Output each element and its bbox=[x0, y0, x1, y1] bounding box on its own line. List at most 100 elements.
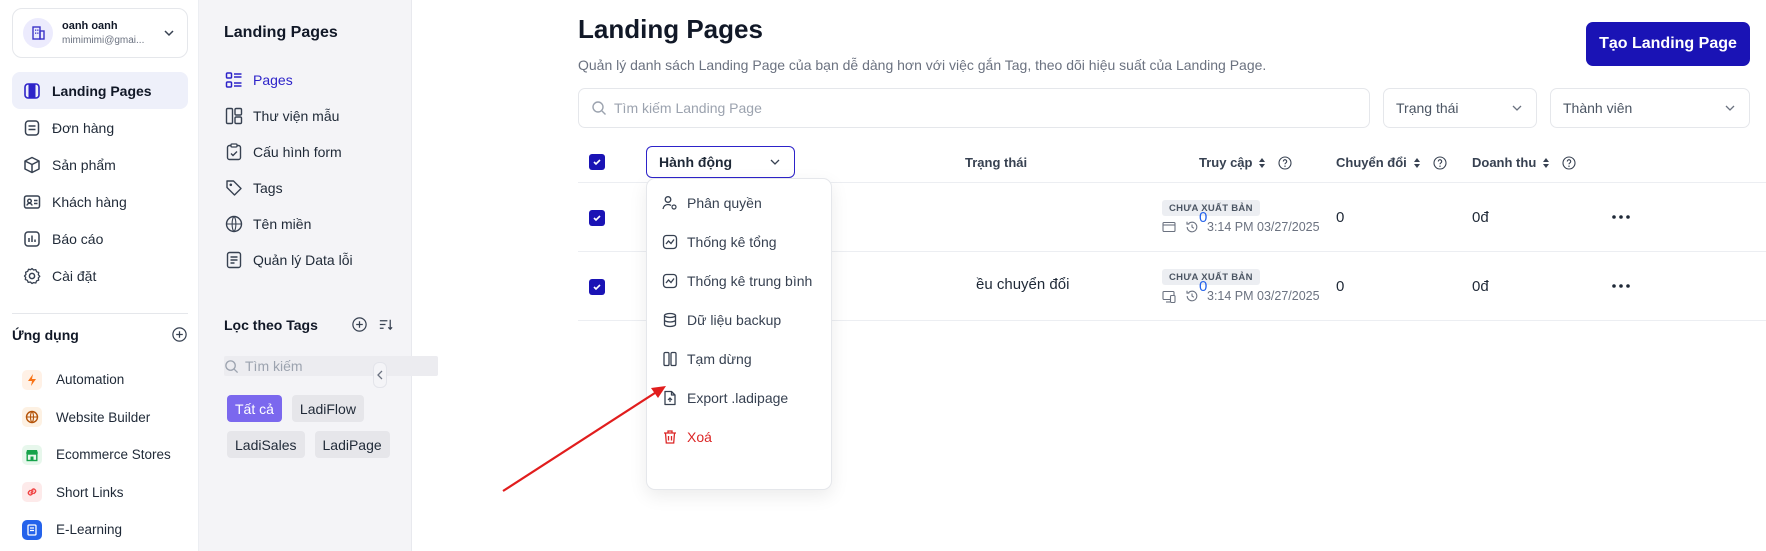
bulk-action-label: Hành động bbox=[659, 154, 733, 170]
chevron-down-icon bbox=[770, 159, 780, 165]
row-time-text: 3:14 PM 03/27/2025 bbox=[1207, 220, 1320, 234]
menu-item-stats-total[interactable]: Thống kê tổng bbox=[661, 231, 826, 253]
menu-item-stats-average[interactable]: Thống kê trung bình bbox=[661, 270, 826, 292]
menu-item-backup-data[interactable]: Dữ liệu backup bbox=[661, 309, 826, 331]
menu-item-pause[interactable]: Tạm dừng bbox=[661, 348, 826, 370]
tags-filter-header: Lọc theo Tags bbox=[224, 316, 394, 333]
history-icon bbox=[1186, 290, 1198, 302]
pause-icon bbox=[663, 351, 677, 367]
book-icon bbox=[22, 519, 42, 540]
app-label: Ecommerce Stores bbox=[56, 447, 171, 463]
database-icon bbox=[663, 312, 677, 328]
tag-chip[interactable]: LadiPage bbox=[314, 431, 390, 458]
app-item-short-links[interactable]: Short Links bbox=[12, 474, 188, 512]
tag-chip[interactable]: Tất cả bbox=[227, 395, 282, 422]
row-visits[interactable]: 0 bbox=[1199, 209, 1207, 226]
nav-label: Cài đặt bbox=[52, 267, 97, 284]
help-icon[interactable] bbox=[1278, 155, 1293, 170]
account-switcher[interactable]: oanh oanh mimimimi@gmai... bbox=[12, 8, 188, 58]
tag-search-placeholder: Tìm kiếm bbox=[245, 358, 303, 374]
app-item-automation[interactable]: Automation bbox=[12, 361, 188, 399]
main-sidebar: oanh oanh mimimimi@gmai... Landing Pages… bbox=[0, 0, 199, 551]
nav-label: Đơn hàng bbox=[52, 119, 115, 136]
desktop-mobile-icon bbox=[1162, 290, 1176, 303]
settings-icon bbox=[23, 267, 41, 284]
nav-item-reports[interactable]: Báo cáo bbox=[12, 220, 188, 257]
column-revenue[interactable]: Doanh thu bbox=[1472, 155, 1576, 170]
row-checkbox[interactable] bbox=[589, 210, 605, 226]
row-page-name[interactable]: ều chuyển đổi bbox=[976, 276, 1069, 293]
store-icon bbox=[22, 444, 42, 465]
app-item-website-builder[interactable]: Website Builder bbox=[12, 399, 188, 437]
tag-search-input[interactable]: Tìm kiếm bbox=[224, 356, 438, 376]
account-name: oanh oanh bbox=[62, 20, 118, 32]
column-status: Trạng thái bbox=[965, 155, 1027, 170]
menu-item-export[interactable]: Export .ladipage bbox=[661, 387, 826, 409]
help-icon[interactable] bbox=[1562, 155, 1576, 170]
app-item-ecommerce-stores[interactable]: Ecommerce Stores bbox=[12, 436, 188, 474]
create-landing-page-button[interactable]: Tạo Landing Page bbox=[1586, 22, 1750, 66]
nav-label: Khách hàng bbox=[52, 193, 127, 210]
menu-item-label: Phân quyền bbox=[687, 195, 762, 211]
select-all-checkbox[interactable] bbox=[589, 154, 605, 170]
row-revenue: 0đ bbox=[1472, 278, 1489, 295]
row-visits[interactable]: 0 bbox=[1199, 278, 1207, 295]
bulk-action-select[interactable]: Hành động bbox=[646, 146, 795, 178]
nav-label: Sản phẩm bbox=[52, 156, 116, 173]
column-conversions[interactable]: Chuyển đổi bbox=[1336, 155, 1447, 170]
column-conversions-label: Chuyển đổi bbox=[1336, 155, 1407, 170]
menu-item-label: Tạm dừng bbox=[687, 351, 752, 367]
chevron-left-icon bbox=[377, 370, 383, 380]
main-content: Landing Pages Quản lý danh sách Landing … bbox=[412, 0, 1766, 551]
apps-section-title: Ứng dụng bbox=[12, 326, 79, 343]
subnav-item-error-data[interactable]: Quản lý Data lỗi bbox=[224, 242, 404, 278]
nav-item-customers[interactable]: Khách hàng bbox=[12, 183, 188, 220]
more-options-icon[interactable] bbox=[1611, 214, 1631, 220]
landing-pages-subnav: Landing Pages Pages Thư viện mẫu Cấu hìn… bbox=[199, 0, 438, 551]
member-filter-select[interactable]: Thành viên bbox=[1550, 88, 1750, 128]
tag-chip[interactable]: LadiFlow bbox=[291, 395, 364, 422]
subnav-item-pages[interactable]: Pages bbox=[224, 62, 404, 98]
nav-label: Báo cáo bbox=[52, 230, 104, 247]
nav-item-landing-pages[interactable]: Landing Pages bbox=[12, 72, 188, 109]
tag-chip[interactable]: LadiSales bbox=[227, 431, 305, 458]
subnav-item-tags[interactable]: Tags bbox=[224, 170, 404, 206]
status-filter-select[interactable]: Trạng thái bbox=[1383, 88, 1537, 128]
sort-icon[interactable] bbox=[377, 316, 394, 333]
page-subtitle: Quản lý danh sách Landing Page của bạn d… bbox=[578, 57, 1267, 73]
help-icon[interactable] bbox=[1433, 155, 1447, 170]
menu-item-permissions[interactable]: Phân quyền bbox=[661, 192, 826, 214]
status-badge: CHƯA XUẤT BẢN bbox=[1162, 200, 1260, 216]
building-icon bbox=[23, 18, 53, 48]
chevron-down-icon bbox=[164, 30, 174, 37]
sort-icon bbox=[1259, 157, 1266, 168]
app-label: Automation bbox=[56, 372, 125, 388]
subnav-label: Tags bbox=[253, 180, 283, 196]
subnav-item-template-library[interactable]: Thư viện mẫu bbox=[224, 98, 404, 134]
subnav-item-domain[interactable]: Tên miền bbox=[224, 206, 404, 242]
stats-total-icon bbox=[662, 234, 678, 250]
nav-item-settings[interactable]: Cài đặt bbox=[12, 257, 188, 294]
landing-page-search-input[interactable]: Tìm kiếm Landing Page bbox=[578, 88, 1370, 128]
subnav-item-form-config[interactable]: Cấu hình form bbox=[224, 134, 404, 170]
row-checkbox[interactable] bbox=[589, 279, 605, 295]
collapse-sidebar-button[interactable] bbox=[373, 362, 387, 388]
nav-item-orders[interactable]: Đơn hàng bbox=[12, 109, 188, 146]
app-label: E-Learning bbox=[56, 522, 123, 538]
user-permission-icon bbox=[662, 196, 677, 210]
menu-item-label: Thống kê tổng bbox=[687, 234, 777, 250]
app-item-e-learning[interactable]: E-Learning bbox=[12, 511, 188, 549]
subnav-list: Pages Thư viện mẫu Cấu hình form Tags Tê… bbox=[224, 62, 404, 278]
more-options-icon[interactable] bbox=[1611, 283, 1631, 289]
column-visits[interactable]: Truy cập bbox=[1199, 155, 1293, 170]
menu-item-delete[interactable]: Xoá bbox=[661, 426, 826, 448]
trash-icon bbox=[664, 430, 676, 444]
add-tag-icon[interactable] bbox=[351, 316, 368, 333]
globe-icon bbox=[22, 407, 42, 428]
nav-item-products[interactable]: Sản phẩm bbox=[12, 146, 188, 183]
subnav-label: Cấu hình form bbox=[253, 144, 342, 160]
row-revenue: 0đ bbox=[1472, 209, 1489, 226]
add-circle-icon[interactable] bbox=[171, 326, 188, 343]
check-icon bbox=[593, 159, 601, 166]
menu-item-label: Xoá bbox=[687, 429, 712, 445]
